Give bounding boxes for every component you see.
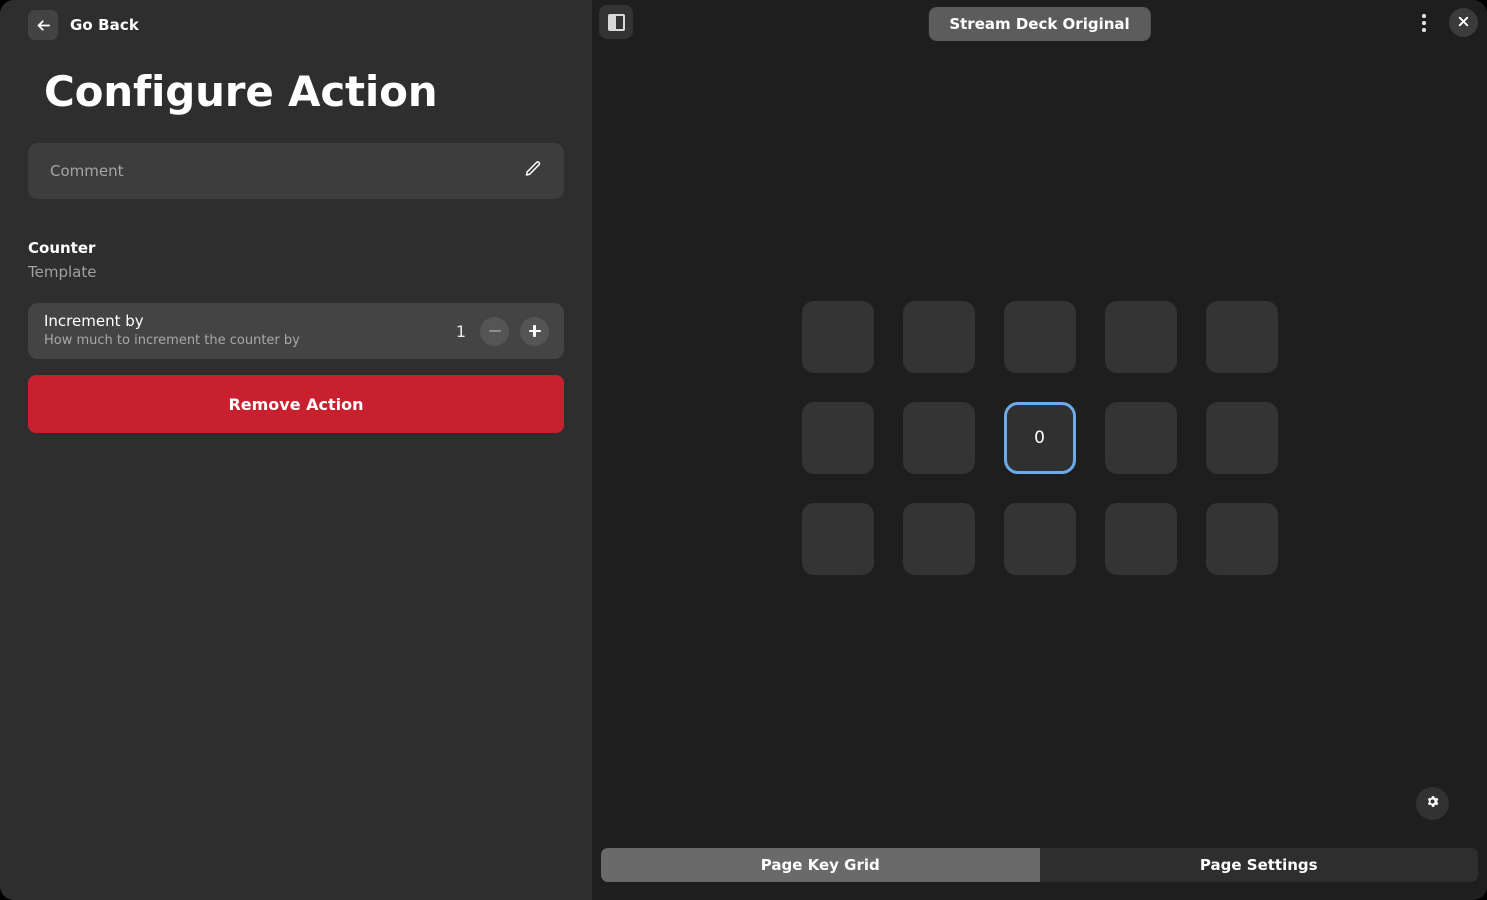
more-vertical-icon-dot-3 bbox=[1422, 28, 1426, 32]
comment-input[interactable]: Comment bbox=[28, 143, 564, 200]
key-button[interactable] bbox=[902, 503, 975, 575]
remove-action-button[interactable]: Remove Action bbox=[28, 375, 564, 434]
remove-action-label: Remove Action bbox=[228, 394, 364, 414]
key-button[interactable] bbox=[1205, 301, 1278, 373]
minus-icon bbox=[488, 330, 501, 333]
tab-page-settings[interactable]: Page Settings bbox=[1039, 848, 1478, 882]
arrow-left-icon bbox=[35, 17, 52, 34]
key-label: 0 bbox=[1034, 428, 1045, 448]
configure-action-panel: Go Back Configure Action Comment Counter… bbox=[0, 0, 592, 900]
key-grid: 0 bbox=[801, 301, 1278, 575]
key-button[interactable] bbox=[1003, 301, 1076, 373]
go-back-button[interactable] bbox=[28, 10, 58, 40]
close-button[interactable] bbox=[1449, 8, 1478, 37]
key-button[interactable] bbox=[1205, 503, 1278, 575]
go-back-row: Go Back bbox=[0, 0, 592, 42]
device-settings-button[interactable] bbox=[1416, 787, 1449, 820]
key-button[interactable] bbox=[1104, 503, 1177, 575]
decrement-button[interactable] bbox=[480, 316, 509, 346]
key-button[interactable] bbox=[801, 503, 874, 575]
action-name: Counter bbox=[28, 239, 96, 258]
device-name-tab[interactable]: Stream Deck Original bbox=[928, 7, 1151, 41]
tab-page-key-grid[interactable]: Page Key Grid bbox=[601, 848, 1040, 882]
key-button[interactable] bbox=[1003, 503, 1076, 575]
setting-text-block: Increment by How much to increment the c… bbox=[44, 312, 456, 349]
action-type: Template bbox=[28, 263, 97, 282]
page-tabs: Page Key Grid Page Settings bbox=[592, 848, 1487, 900]
sidebar-toggle-button[interactable] bbox=[599, 5, 633, 39]
app-window: Go Back Configure Action Comment Counter… bbox=[0, 0, 1487, 900]
comment-placeholder: Comment bbox=[50, 162, 124, 181]
go-back-label[interactable]: Go Back bbox=[70, 16, 139, 34]
plus-icon-vertical bbox=[533, 325, 536, 338]
setting-description: How much to increment the counter by bbox=[44, 333, 300, 349]
close-icon bbox=[1457, 13, 1470, 32]
key-button[interactable] bbox=[801, 402, 874, 474]
key-button[interactable] bbox=[1205, 402, 1278, 474]
gear-icon bbox=[1425, 794, 1440, 813]
stepper-value: 1 bbox=[455, 321, 466, 341]
key-button[interactable] bbox=[902, 301, 975, 373]
key-button[interactable] bbox=[801, 301, 874, 373]
more-vertical-icon-dot-2 bbox=[1422, 21, 1426, 25]
page-title: Configure Action bbox=[44, 67, 438, 116]
more-options-button[interactable] bbox=[1411, 9, 1437, 37]
device-topbar: Stream Deck Original bbox=[592, 0, 1487, 46]
increment-button[interactable] bbox=[520, 316, 549, 346]
key-button-selected[interactable]: 0 bbox=[1003, 402, 1076, 474]
increment-by-row: Increment by How much to increment the c… bbox=[28, 303, 564, 360]
deck-key-area: 0 bbox=[592, 46, 1487, 848]
device-panel: Stream Deck Original 0 Page Key Grid Pag… bbox=[592, 0, 1487, 900]
sidebar-toggle-icon bbox=[607, 13, 625, 31]
key-button[interactable] bbox=[1104, 301, 1177, 373]
comment-edit-button[interactable] bbox=[520, 158, 546, 184]
pencil-icon bbox=[524, 160, 542, 182]
key-button[interactable] bbox=[1104, 402, 1177, 474]
key-button[interactable] bbox=[902, 402, 975, 474]
setting-label: Increment by bbox=[44, 312, 144, 331]
increment-stepper: 1 bbox=[455, 316, 549, 346]
more-vertical-icon-dot-1 bbox=[1422, 14, 1426, 18]
